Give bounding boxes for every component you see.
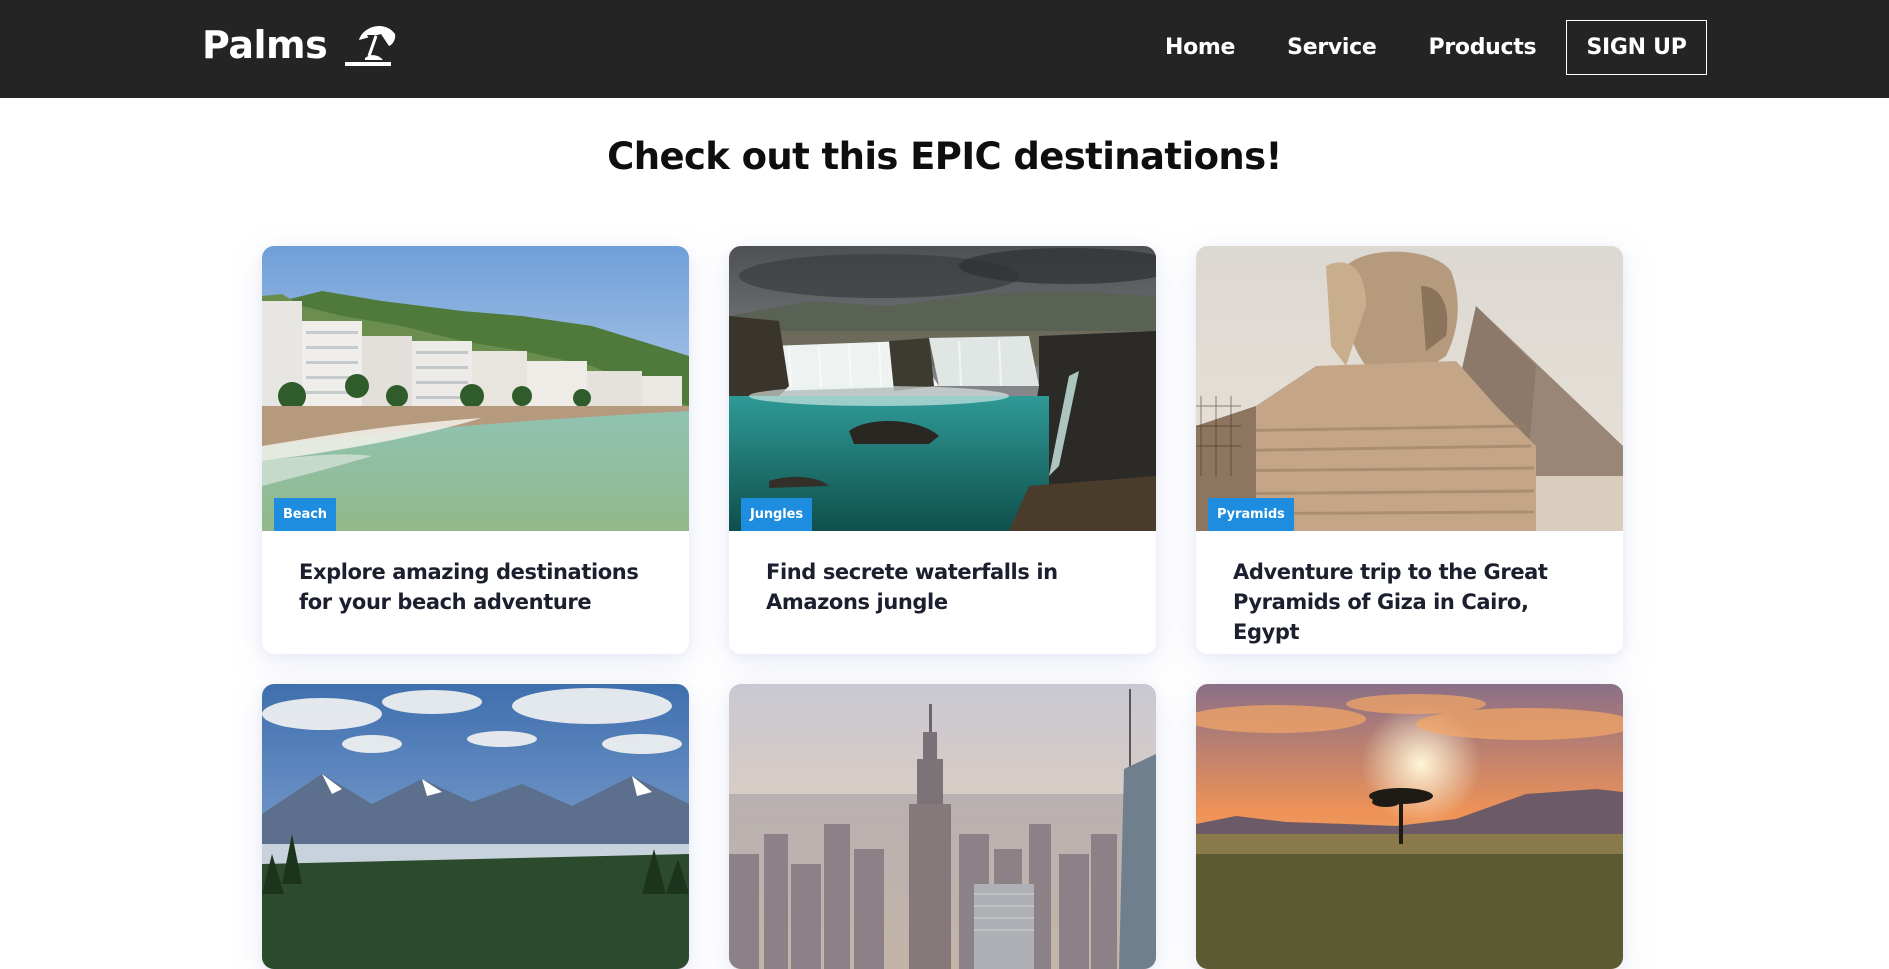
card-title[interactable]: Find secrete waterfalls in Amazons jungl… — [766, 557, 1122, 617]
signup-button[interactable]: SIGN UP — [1566, 20, 1707, 75]
card-tag: Beach — [274, 498, 336, 531]
sphinx-photo — [1196, 246, 1623, 531]
card-title[interactable]: Explore amazing destinations for your be… — [299, 557, 655, 617]
destination-card-pyramids[interactable]: Pyramids Adventure trip to the Great Pyr… — [1196, 246, 1623, 654]
card-image — [1196, 684, 1623, 969]
nav-link-service[interactable]: Service — [1287, 35, 1377, 60]
destination-card-savanna[interactable] — [1196, 684, 1623, 969]
city-skyline-photo — [729, 684, 1156, 969]
savanna-sunset-photo — [1196, 684, 1623, 969]
mountains-photo — [262, 684, 689, 969]
waterfall-photo — [729, 246, 1156, 531]
beach-resort-photo — [262, 246, 689, 531]
card-image: Jungles — [729, 246, 1156, 531]
page-title: Check out this EPIC destinations! — [607, 135, 1282, 178]
card-title[interactable]: Adventure trip to the Great Pyramids of … — [1233, 557, 1589, 647]
destination-card-beach[interactable]: Beach Explore amazing destinations for y… — [262, 246, 689, 654]
nav-link-products[interactable]: Products — [1429, 35, 1537, 60]
card-tag: Jungles — [741, 498, 812, 531]
brand-name: Palms — [202, 23, 328, 67]
nav-links: Home Service Products — [1165, 35, 1537, 60]
destination-cards: Beach Explore amazing destinations for y… — [262, 246, 1623, 969]
card-body: Adventure trip to the Great Pyramids of … — [1196, 531, 1623, 654]
destination-card-jungles[interactable]: Jungles Find secrete waterfalls in Amazo… — [729, 246, 1156, 654]
card-body: Explore amazing destinations for your be… — [262, 531, 689, 654]
nav-link-home[interactable]: Home — [1165, 35, 1235, 60]
card-body: Find secrete waterfalls in Amazons jungl… — [729, 531, 1156, 654]
destination-card-city[interactable] — [729, 684, 1156, 969]
card-tag: Pyramids — [1208, 498, 1294, 531]
beach-umbrella-icon — [345, 26, 396, 66]
navbar: Palms Home Service Products SIGN UP — [0, 0, 1889, 98]
card-image: Beach — [262, 246, 689, 531]
brand-logo[interactable]: Palms — [202, 22, 399, 68]
card-image — [262, 684, 689, 969]
card-image — [729, 684, 1156, 969]
card-image: Pyramids — [1196, 246, 1623, 531]
destination-card-mountains[interactable] — [262, 684, 689, 969]
